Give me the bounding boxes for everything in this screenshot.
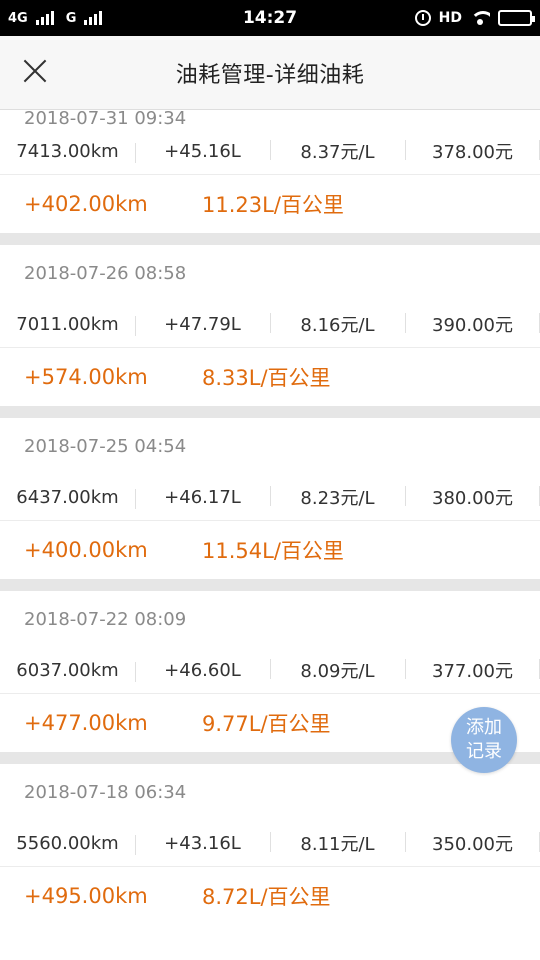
alarm-icon: [414, 10, 431, 26]
signal-strength-icon: [35, 11, 54, 25]
record-consumption: 11.23L/百公里: [202, 193, 344, 217]
record-odometer: 6437.00km: [16, 486, 119, 508]
record-odometer: 7413.00km: [16, 140, 119, 162]
hd-label: HD: [438, 10, 462, 26]
record-total-cost: 350.00元: [405, 830, 540, 856]
fuel-record-list[interactable]: 2018-07-31 09:34 7413.00km +45.16L 8.37元/L 3…: [0, 110, 540, 960]
add-record-label-line1: 添加: [466, 717, 502, 738]
network-4g-label: 4G: [8, 10, 28, 26]
record-fuel-amount: +47.79L: [135, 314, 270, 336]
close-icon[interactable]: [22, 58, 48, 84]
record-total-cost: 377.00元: [405, 657, 540, 683]
record-consumption: 11.54L/百公里: [202, 539, 344, 563]
status-bar: 4G G 14:27 HD: [0, 0, 540, 36]
signal-strength-icon: [84, 11, 103, 25]
fuel-record[interactable]: 2018-07-18 06:34 5560.00km +43.16L 8.11元/L 3…: [0, 752, 540, 925]
record-date: 2018-07-22 08:09: [24, 608, 187, 630]
add-record-label-line2: 记录: [466, 741, 502, 762]
record-distance: +402.00km: [24, 192, 148, 216]
record-stats: 6037.00km +46.60L 8.09元/L 377.00元: [0, 647, 540, 694]
status-icons: HD: [414, 10, 535, 26]
record-fuel-amount: +45.16L: [135, 141, 270, 163]
record-fuel-amount: +43.16L: [135, 833, 270, 855]
record-distance: +574.00km: [24, 365, 148, 389]
record-stats: 7011.00km +47.79L 8.16元/L 390.00元: [0, 301, 540, 348]
record-odometer: 7011.00km: [16, 313, 119, 335]
fuel-record[interactable]: 2018-07-25 04:54 6437.00km +46.17L 8.23元/L 3…: [0, 406, 540, 579]
page-title: 油耗管理-详细油耗: [175, 62, 365, 88]
record-distance: +400.00km: [24, 538, 148, 562]
battery-icon: [498, 10, 535, 26]
record-total-cost: 390.00元: [405, 311, 540, 337]
record-stats: 7413.00km +45.16L 8.37元/L 378.00元: [0, 128, 540, 175]
fuel-record[interactable]: 2018-07-31 09:34 7413.00km +45.16L 8.37元/L 3…: [0, 110, 540, 233]
record-unit-price: 8.37元/L: [270, 138, 405, 164]
record-distance: +477.00km: [24, 711, 148, 735]
record-fuel-amount: +46.17L: [135, 487, 270, 509]
signal-group: 4G G: [8, 10, 103, 26]
record-consumption: 8.33L/百公里: [202, 366, 331, 390]
record-consumption: 8.72L/百公里: [202, 885, 331, 909]
fuel-record[interactable]: 2018-07-26 08:58 7011.00km +47.79L 8.16元/L 3…: [0, 233, 540, 406]
record-unit-price: 8.23元/L: [270, 484, 405, 510]
record-result: +402.00km 11.23L/百公里: [0, 175, 540, 233]
record-unit-price: 8.16元/L: [270, 311, 405, 337]
app-header: 油耗管理-详细油耗: [0, 36, 540, 110]
record-distance: +495.00km: [24, 884, 148, 908]
record-fuel-amount: +46.60L: [135, 660, 270, 682]
record-unit-price: 8.11元/L: [270, 830, 405, 856]
record-odometer: 5560.00km: [16, 832, 119, 854]
network-g-label: G: [65, 10, 77, 26]
record-unit-price: 8.09元/L: [270, 657, 405, 683]
record-stats: 5560.00km +43.16L 8.11元/L 350.00元: [0, 820, 540, 867]
wifi-icon: [470, 11, 490, 25]
record-stats: 6437.00km +46.17L 8.23元/L 380.00元: [0, 474, 540, 521]
record-date: 2018-07-31 09:34: [24, 110, 187, 129]
add-record-button[interactable]: 添加 记录: [451, 707, 517, 773]
record-date: 2018-07-25 04:54: [24, 435, 187, 457]
record-date: 2018-07-26 08:58: [24, 262, 187, 284]
record-total-cost: 378.00元: [405, 138, 540, 164]
record-result: +400.00km 11.54L/百公里: [0, 521, 540, 579]
record-result: +574.00km 8.33L/百公里: [0, 348, 540, 406]
record-result: +495.00km 8.72L/百公里: [0, 867, 540, 925]
record-consumption: 9.77L/百公里: [202, 712, 331, 736]
record-odometer: 6037.00km: [16, 659, 119, 681]
record-date: 2018-07-18 06:34: [24, 781, 187, 803]
record-total-cost: 380.00元: [405, 484, 540, 510]
